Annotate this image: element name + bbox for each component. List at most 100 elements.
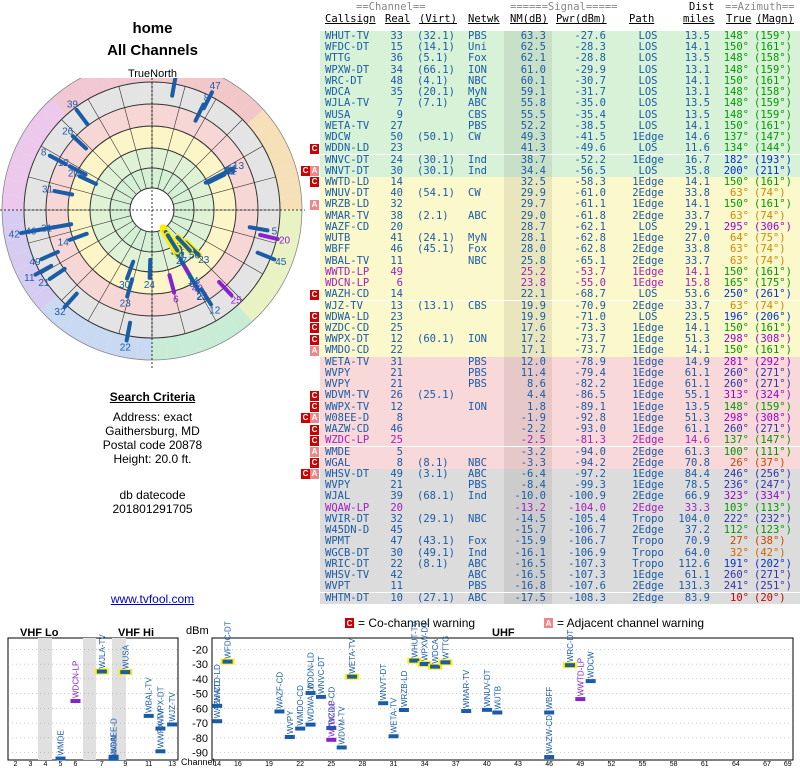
cell-callsign: WAZH-CD	[325, 288, 370, 301]
co-channel-warning-icon: C	[310, 334, 319, 345]
cell-azimuth-true: 250°	[723, 288, 749, 301]
spectrum-bar	[481, 707, 492, 712]
spectrum-bar-label: WHUT-TV	[410, 620, 419, 657]
cell-real: 26	[390, 389, 403, 402]
channel-axis-label: Channel	[181, 757, 215, 767]
cell-netwk: NBC	[468, 254, 487, 267]
spectrum-bar	[212, 719, 223, 724]
spectrum-bar-label: WBAL-TV	[145, 677, 154, 713]
cell-nm: 62.1	[520, 52, 546, 65]
station-label: 49	[30, 257, 42, 268]
x-tick-label: 46	[545, 761, 553, 768]
db-datecode-label: db datecode	[119, 488, 186, 502]
cell-pwr: -35.0	[574, 97, 606, 110]
station-label: 14	[58, 237, 70, 248]
cell-callsign: WDVM-TV	[325, 389, 370, 402]
cell-real: 10	[390, 591, 403, 604]
cell-pwr: -68.7	[574, 288, 606, 301]
adjacent-channel-warning-icon: A	[310, 447, 319, 457]
hdr-miles: miles	[683, 13, 715, 25]
spectrum-bar	[222, 659, 233, 664]
station-label: 42	[9, 229, 21, 240]
cell-netwk: Fox	[468, 52, 487, 65]
station-label: 39	[67, 99, 79, 110]
spectrum-bar	[575, 697, 586, 702]
x-tick-label: 58	[670, 761, 678, 768]
spectrum-bar-label: WDCW	[587, 651, 596, 678]
co-channel-warning-icon: C	[310, 390, 319, 401]
cell-netwk: CW	[468, 187, 481, 200]
table-row: WAZH-CD 14 22.1 -68.7 LOS 53.6 250° (261°) C	[300, 288, 800, 301]
spectrum-bar	[305, 722, 316, 727]
cell-virt: (60.1)	[417, 333, 455, 346]
cell-netwk: Fox	[468, 243, 487, 256]
station-label: 20	[279, 236, 291, 247]
outer-ring-segment	[2, 194, 25, 210]
spectrum-bar	[440, 660, 451, 665]
y-tick-label: -30	[192, 659, 208, 671]
y-tick-label: -70	[192, 718, 208, 730]
cell-real: 32	[390, 198, 403, 211]
cell-virt: (45.1)	[417, 243, 455, 256]
spectrum-bar	[155, 726, 166, 731]
site-link[interactable]: www.tvfool.com	[0, 592, 305, 606]
y-tick-label: -40	[192, 674, 208, 686]
co-channel-warning-icon: C	[301, 166, 310, 177]
cell-path: 2Edge	[632, 490, 664, 503]
spectrum-bar	[108, 756, 119, 761]
cell-nm: 55.8	[520, 97, 546, 110]
cell-nm: 17.1	[520, 344, 546, 357]
table-row: WMDO-CD 22 17.1 -73.7 1Edge 14.1 150° (161°) A	[300, 344, 800, 357]
spectrum-bar-label: WAZF-CD	[275, 672, 284, 709]
cell-netwk: CBS	[468, 299, 487, 312]
vhf-lo-label: VHF Lo	[20, 627, 59, 639]
spectrum-bar-label: WJZ-TV	[168, 691, 177, 721]
cell-azimuth-magn: (147°)	[754, 434, 792, 447]
cell-pwr: -86.5	[574, 389, 606, 402]
station-label: 45	[275, 257, 287, 268]
table-row: WMDE 5 -3.2 -94.0 2Edge 61.3 100° (111°) A	[300, 446, 800, 458]
cell-virt: (27.1)	[417, 591, 455, 604]
cell-pwr: -106.7	[568, 535, 606, 548]
table-row: WTTG 36 (5.1) Fox 62.1 -28.8 LOS 13.5 148° (158°)	[300, 52, 800, 65]
cell-virt: (7.1)	[417, 97, 449, 110]
cell-real: 39	[390, 490, 403, 503]
y-tick-label: -50	[192, 689, 208, 701]
co-channel-warning-icon: C	[310, 323, 319, 334]
spectrum-chart: -20-30-40-50-60-70-80-90VHF Lo VHF Hi UHFd…	[7, 616, 794, 768]
station-label: 20	[68, 168, 80, 179]
cell-nm: -16.8	[514, 580, 546, 593]
spectrum-bar	[212, 703, 223, 708]
spectrum-bar-label: WDCN-LP	[72, 661, 81, 698]
cell-pwr: -49.6	[574, 142, 606, 155]
x-tick-label: 9	[123, 761, 127, 768]
station-label: 26	[62, 126, 74, 137]
cell-azimuth-magn: (161°)	[754, 344, 792, 357]
cell-azimuth-true: 10°	[730, 591, 749, 604]
cell-dist: 66.9	[684, 490, 710, 503]
cell-azimuth-true: 313°	[723, 389, 749, 402]
spectrum-bar-label: WNUV-DT	[483, 669, 492, 706]
station-label: 46	[25, 226, 37, 237]
cell-virt: (30.1)	[417, 164, 455, 177]
cell-azimuth-magn: (144°)	[754, 142, 792, 155]
x-tick-label: 37	[452, 761, 460, 768]
cell-real: 23	[390, 142, 403, 155]
table-row: WAZF-CD 20 28.7 -62.1 LOS 29.1 295° (306°)	[300, 221, 800, 234]
hdr-group-signal: ======Signal=====	[510, 1, 618, 13]
station-bar	[147, 257, 153, 280]
spectrum-bar	[492, 710, 503, 715]
cell-path: LOS	[638, 142, 658, 155]
cell-nm: -10.0	[514, 490, 546, 503]
station-label: 7	[178, 251, 184, 262]
cell-callsign: WPMT	[325, 535, 351, 548]
cell-pwr: -28.8	[574, 52, 606, 65]
spectrum-bar	[120, 670, 131, 675]
table-row: WUTB 41 (24.1) MyN 28.1 -62.8 1Edge 27.0 64° (75°…	[300, 232, 800, 245]
cell-netwk: Fox	[468, 535, 487, 548]
vhf-hi-label: VHF Hi	[118, 627, 154, 639]
x-tick-label: 11	[145, 761, 152, 768]
cell-pwr: -61.1	[574, 198, 606, 211]
spectrum-bar-label: WRC-DT	[566, 630, 575, 663]
hdr-nm: NM(dB)	[510, 13, 548, 25]
